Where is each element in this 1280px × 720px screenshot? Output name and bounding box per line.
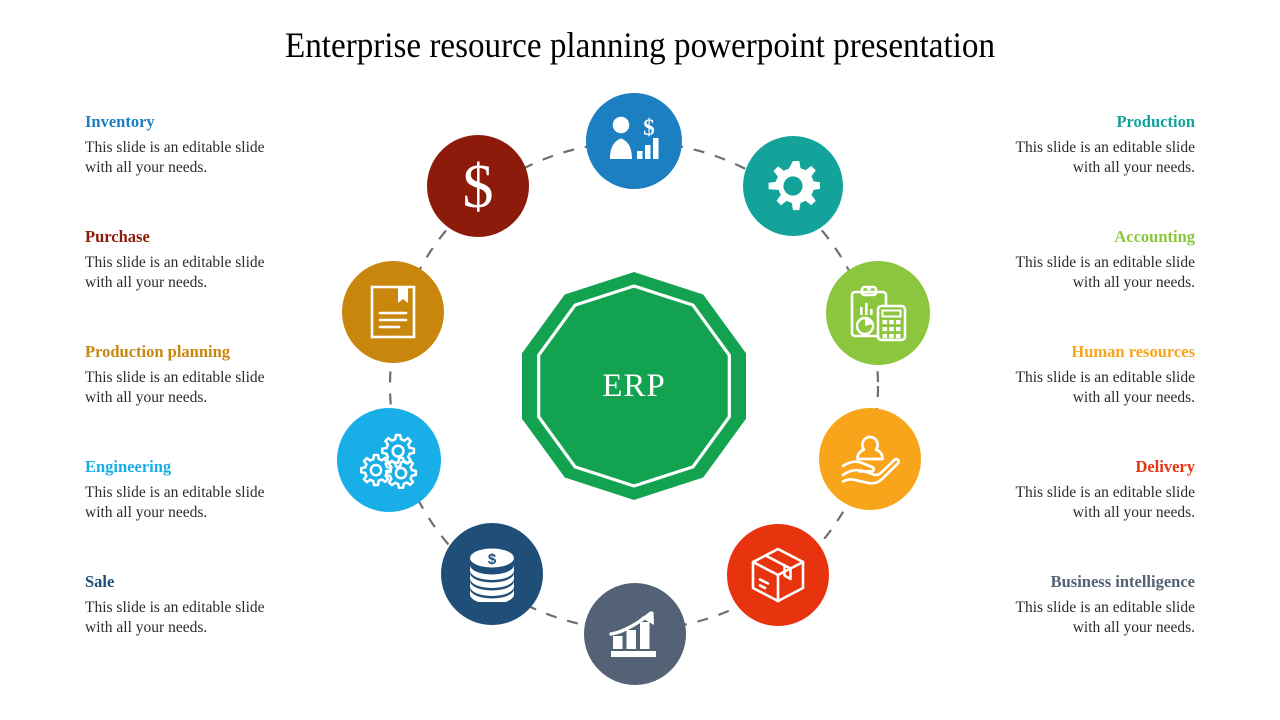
decagon-fill — [522, 272, 746, 500]
node-human-resources[interactable] — [819, 408, 921, 510]
text-block-inventory: Inventory This slide is an editable slid… — [85, 112, 335, 227]
page-title: Enterprise resource planning powerpoint … — [284, 25, 996, 65]
node-production[interactable] — [743, 136, 843, 236]
gear-icon — [768, 161, 820, 211]
block-body-production-planning: This slide is an editable slide with all… — [85, 369, 265, 406]
node-purchase[interactable]: $ — [427, 135, 529, 237]
text-block-production-planning: Production planning This slide is an edi… — [85, 342, 335, 457]
block-body-inventory: This slide is an editable slide with all… — [85, 139, 265, 176]
block-title-business-intelligence: Business intelligence — [1050, 572, 1195, 591]
package-box-icon — [751, 547, 805, 603]
text-block-sale: Sale This slide is an editable slide wit… — [85, 572, 335, 687]
text-block-human-resources: Human resources This slide is an editabl… — [945, 342, 1195, 457]
text-block-business-intelligence: Business intelligence This slide is an e… — [945, 572, 1195, 687]
node-business-intelligence[interactable] — [584, 583, 686, 685]
growth-bar-chart-icon — [609, 611, 656, 657]
svg-text:$: $ — [463, 155, 494, 217]
block-body-accounting: This slide is an editable slide with all… — [1015, 254, 1195, 291]
block-title-human-resources: Human resources — [1071, 342, 1195, 361]
left-text-column: Inventory This slide is an editable slid… — [85, 112, 335, 687]
block-title-inventory: Inventory — [85, 112, 155, 131]
gears-icon — [359, 433, 418, 489]
block-body-human-resources: This slide is an editable slide with all… — [1015, 369, 1195, 406]
svg-text:$: $ — [488, 551, 497, 568]
block-body-sale: This slide is an editable slide with all… — [85, 599, 265, 636]
text-block-delivery: Delivery This slide is an editable slide… — [945, 457, 1195, 572]
block-body-engineering: This slide is an editable slide with all… — [85, 484, 265, 521]
right-text-column: Production This slide is an editable sli… — [945, 112, 1195, 687]
text-block-engineering: Engineering This slide is an editable sl… — [85, 457, 335, 572]
node-accounting[interactable] — [826, 261, 930, 365]
dollar-sign-icon: $ — [463, 155, 494, 217]
block-body-purchase: This slide is an editable slide with all… — [85, 254, 265, 291]
text-block-accounting: Accounting This slide is an editable sli… — [945, 227, 1195, 342]
node-inventory[interactable]: $ — [586, 93, 682, 189]
document-bookmark-icon — [370, 285, 416, 339]
block-body-production: This slide is an editable slide with all… — [1015, 139, 1195, 176]
clipboard-calculator-icon — [850, 285, 907, 342]
block-title-purchase: Purchase — [85, 227, 150, 246]
block-body-business-intelligence: This slide is an editable slide with all… — [1015, 599, 1195, 636]
businessman-dollar-chart-icon: $ — [610, 115, 659, 159]
block-title-production: Production — [1116, 112, 1195, 131]
block-title-sale: Sale — [85, 572, 115, 591]
node-sale[interactable]: $ — [441, 523, 543, 625]
text-block-purchase: Purchase This slide is an editable slide… — [85, 227, 335, 342]
block-title-accounting: Accounting — [1114, 227, 1195, 246]
erp-wheel-diagram: ERP $ $ $ — [320, 78, 950, 702]
block-title-delivery: Delivery — [1135, 457, 1195, 476]
hand-person-icon — [841, 435, 900, 485]
block-title-production-planning: Production planning — [85, 342, 231, 361]
block-body-delivery: This slide is an editable slide with all… — [1015, 484, 1195, 521]
node-production-planning[interactable] — [342, 261, 444, 363]
slide-canvas: Enterprise resource planning powerpoint … — [0, 0, 1280, 720]
node-delivery[interactable] — [727, 524, 829, 626]
node-engineering[interactable] — [337, 408, 441, 512]
text-block-production: Production This slide is an editable sli… — [945, 112, 1195, 227]
svg-text:$: $ — [643, 115, 655, 140]
block-title-engineering: Engineering — [85, 457, 172, 476]
coin-stack-icon: $ — [470, 548, 514, 602]
center-decagon — [522, 272, 746, 500]
